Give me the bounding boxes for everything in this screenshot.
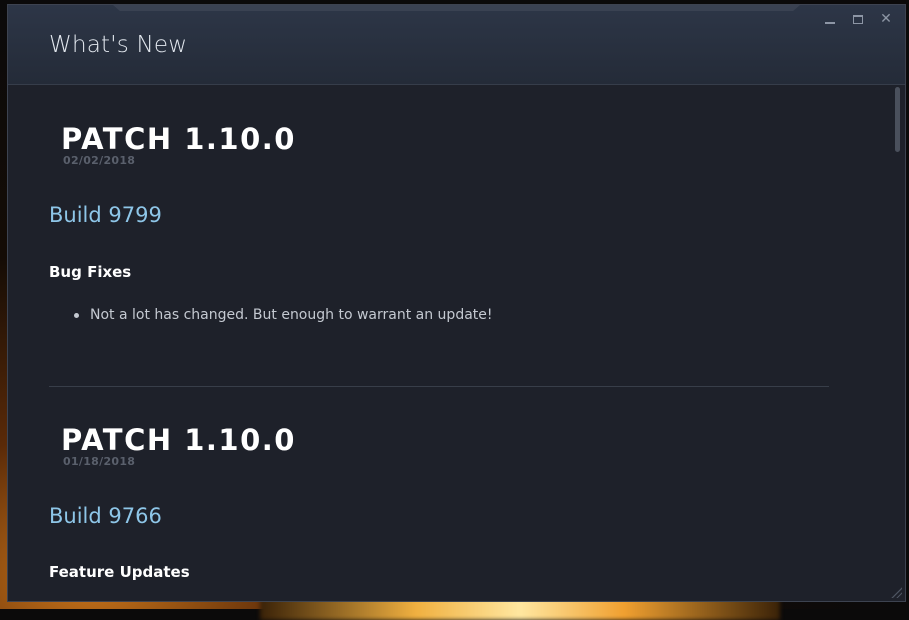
scrollbar-thumb[interactable] [895, 87, 900, 152]
title-bar[interactable]: What's New ✕ [8, 5, 905, 85]
title-bar-notch [113, 5, 800, 11]
patch-title: PATCH 1.10.0 [61, 423, 296, 457]
maximize-button[interactable] [845, 11, 871, 27]
build-number-link[interactable]: Build 9766 [49, 504, 162, 528]
section-heading: Bug Fixes [49, 263, 132, 281]
patch-date: 02/02/2018 [63, 154, 136, 167]
patch-date: 01/18/2018 [63, 455, 136, 468]
build-number-link[interactable]: Build 9799 [49, 203, 162, 227]
window-title: What's New [49, 32, 188, 58]
patch-title: PATCH 1.10.0 [61, 122, 296, 156]
patch-divider [49, 386, 829, 387]
list-item: Not a lot has changed. But enough to war… [74, 307, 493, 323]
minimize-icon [825, 22, 835, 24]
window-controls: ✕ [817, 11, 899, 27]
resize-grip-icon[interactable] [890, 586, 902, 598]
close-button[interactable]: ✕ [873, 11, 899, 27]
minimize-button[interactable] [817, 11, 843, 27]
list-item-text: Not a lot has changed. But enough to war… [90, 307, 493, 323]
bullet-icon [74, 312, 79, 318]
whats-new-window: What's New ✕ PATCH 1.10.0 02/02/2018 Bui… [7, 4, 906, 602]
maximize-icon [853, 14, 863, 24]
close-icon: ✕ [880, 11, 892, 27]
section-heading: Feature Updates [49, 563, 190, 581]
patch-notes-content[interactable]: PATCH 1.10.0 02/02/2018 Build 9799 Bug F… [8, 85, 891, 601]
